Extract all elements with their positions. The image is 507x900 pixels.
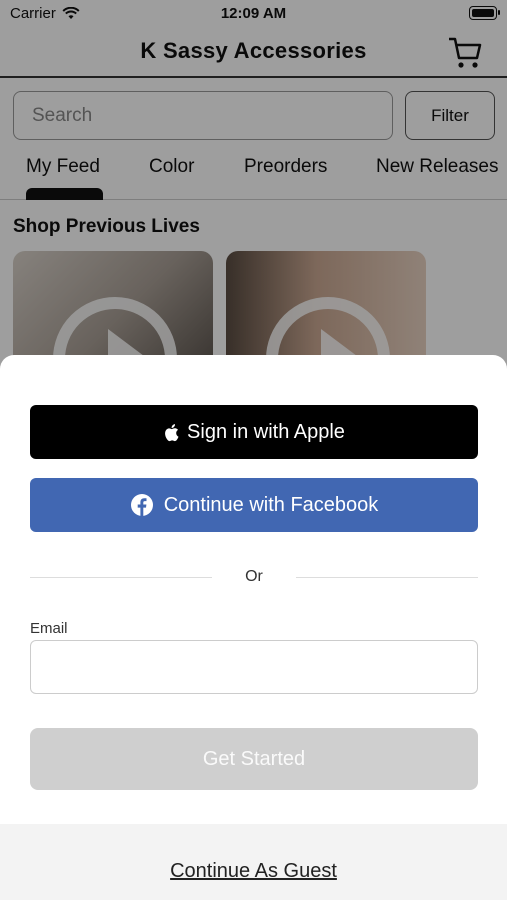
get-started-button[interactable]: Get Started [30,728,478,790]
sign-in-with-apple-button[interactable]: Sign in with Apple [30,405,478,459]
continue-as-guest-link[interactable]: Continue As Guest [0,860,507,883]
facebook-icon [130,494,153,516]
email-field[interactable] [30,640,478,694]
divider [296,577,478,578]
email-label: Email [30,620,68,637]
divider [30,577,212,578]
continue-with-facebook-label: Continue with Facebook [163,493,379,516]
apple-icon [165,423,179,441]
sign-in-with-apple-label: Sign in with Apple [187,420,345,443]
continue-with-facebook-button[interactable]: Continue with Facebook [30,478,478,532]
login-sheet: Sign in with Apple Continue with Faceboo… [0,355,507,900]
or-separator-text: Or [245,568,263,585]
guest-footer: Continue As Guest [0,824,507,900]
get-started-label: Get Started [202,747,306,770]
